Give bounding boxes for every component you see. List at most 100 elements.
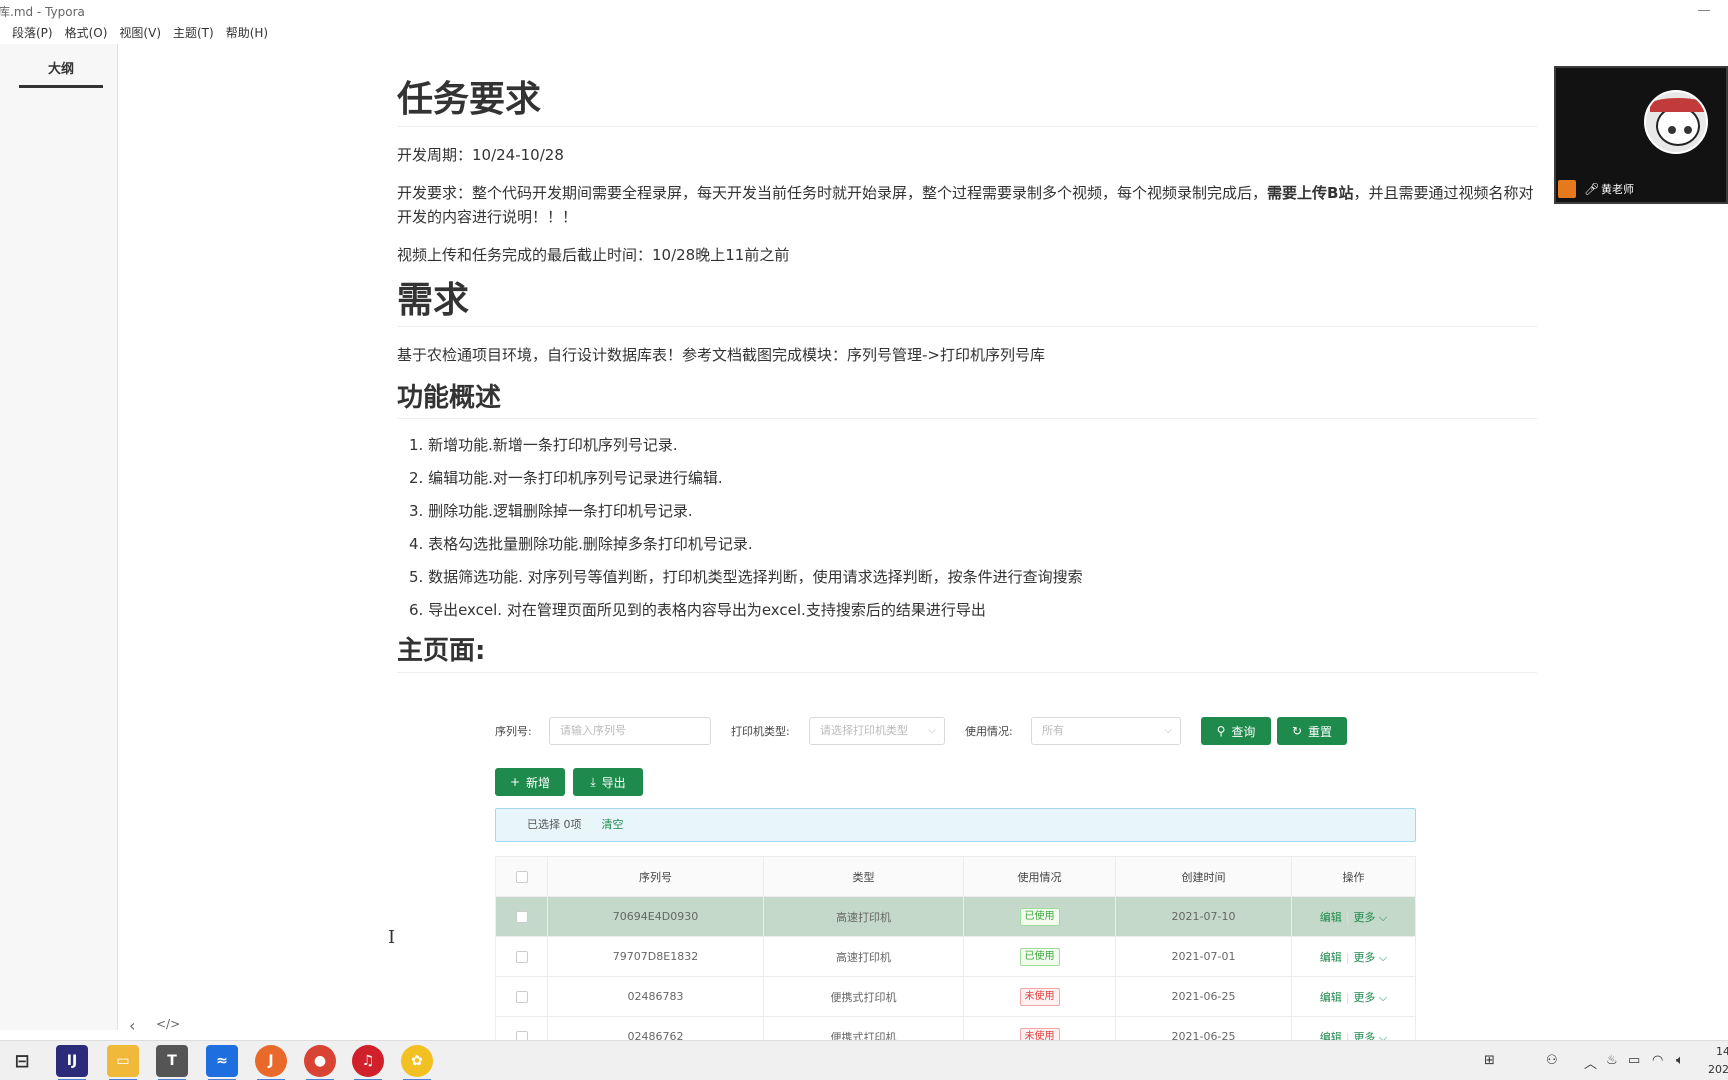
row-checkbox [515,991,528,1003]
intellij-icon[interactable]: IJ [56,1045,88,1080]
col-actions: 操作 [1291,856,1416,897]
sidebar: 大纲 [0,44,118,1030]
cell-serial: 02486783 [547,976,764,1017]
chevron-down-icon: ⌵ [1375,910,1388,924]
list-item: 5. 数据筛选功能. 对序列号等值判断，打印机类型选择判断，使用请求选择判断，按… [409,568,1083,587]
query-button: ⚲ 查询 [1201,717,1271,745]
collapse-sidebar-icon[interactable]: ‹ [129,1016,135,1035]
list-item: 4. 表格勾选批量删除功能.删除掉多条打印机号记录. [409,535,753,554]
edit-link: 编辑 [1319,950,1342,964]
select-all-cell [495,856,548,897]
menu-format[interactable]: 格式(O) [59,22,114,44]
battery-icon[interactable]: ▭ [1628,1053,1640,1068]
typora-icon[interactable]: T [156,1045,188,1080]
window-title: 库.md - Typora [0,5,85,19]
avatar [1644,90,1708,154]
chrome-icon[interactable]: ● [304,1045,336,1080]
table-row: 79707D8E1832 高速打印机 已使用 2021-07-01 编辑 | 更多 … [495,936,1416,977]
row-select-cell [495,896,548,937]
row-select-cell [495,936,548,977]
paragraph-need: 基于农检通项目环境，自行设计数据库表！参考文档截图完成模块：序列号管理->打印机… [397,346,1045,365]
minimize-button[interactable] [1698,2,1712,16]
volume-icon[interactable]: 🔈︎ [1676,1053,1684,1068]
status-badge: 已使用 [1019,947,1060,966]
clock-time[interactable]: 14 [1716,1045,1728,1058]
cell-created: 2021-07-10 [1115,896,1292,937]
cell-usage: 已使用 [963,936,1116,977]
function-list: 1. 新增功能.新增一条打印机序列号记录. 2. 编辑功能.对一条打印机序列号记… [409,433,1537,622]
feishu-icon[interactable]: ≈ [206,1045,238,1080]
col-type: 类型 [763,856,964,897]
menu-view[interactable]: 视图(V) [113,22,167,44]
plus-icon: + [509,775,521,789]
action-row: + 新增 ⤓ 导出 [495,768,643,796]
menu-theme[interactable]: 主题(T) [167,22,220,44]
participant-name: 黄老师 [1601,183,1634,196]
meeting-app-icon[interactable]: ✿ [401,1045,433,1080]
cell-type: 便携式打印机 [763,976,964,1017]
chevron-down-icon: ⌵ [1375,990,1388,1004]
embedded-screenshot: 序列号: 请输入序列号 打印机类型: 请选择打印机类型 ⌵ 使用情况: 所有 ⌵ ⚲… [495,716,1417,1057]
cell-type: 高速打印机 [763,936,964,977]
paragraph-requirement: 开发要求：整个代码开发期间需要全程录屏，每天开发当前任务时就开始录屏，整个过程需… [397,181,1537,229]
heading-need: 需求 [397,280,1537,328]
reset-label: 重置 [1308,724,1333,739]
printer-type-label: 打印机类型: [731,725,790,738]
microphone-icon[interactable]: 🎤︎ [1584,182,1599,196]
requirement-bold: 需要上传B站 [1267,183,1354,202]
wifi-icon[interactable]: ◠ [1652,1053,1663,1068]
chevron-down-icon: ⌵ [1164,725,1172,736]
avatar-eye [1668,126,1676,134]
cell-serial: 70694E4D0930 [547,896,764,937]
list-item: 3. 删除功能.逻辑删除掉一条打印机号记录. [409,502,693,521]
tray-app-icon[interactable]: ♨ [1606,1053,1618,1068]
file-explorer-icon[interactable]: ▭ [107,1045,139,1080]
reset-button: ↻ 重置 [1277,717,1347,745]
menu-help[interactable]: 帮助(H) [220,22,274,44]
row-checkbox [515,911,528,923]
heading-main-page: 主页面: [397,636,1537,673]
menu-paragraph[interactable]: 段落(P) [6,22,59,44]
taskbar: ⊟ IJ ▭ T ≈ J ● ♫ ✿ ⊞ ⚇ ︿ ♨ ▭ ◠ 🔈︎ 14 202 [0,1040,1728,1080]
more-link: 更多 [1353,990,1376,1004]
paragraph-cycle: 开发周期：10/24-10/28 [397,145,564,164]
cell-serial: 79707D8E1832 [547,936,764,977]
clock-date[interactable]: 202 [1708,1063,1728,1076]
filter-row: 序列号: 请输入序列号 打印机类型: 请选择打印机类型 ⌵ 使用情况: 所有 ⌵ ⚲… [495,716,1417,746]
col-usage: 使用情况 [963,856,1116,897]
ime-icon[interactable]: ⊞ [1484,1053,1495,1068]
heading-functions: 功能概述 [397,383,1537,420]
status-badge: 未使用 [1019,987,1060,1006]
clear-link: 清空 [601,818,624,831]
avatar-eye [1684,126,1692,134]
row-checkbox [515,951,528,963]
heading-task: 任务要求 [397,80,1537,127]
separator: | [1345,990,1350,1004]
tab-outline[interactable]: 大纲 [19,58,103,88]
export-button: ⤓ 导出 [573,768,643,796]
list-item: 6. 导出excel. 对在管理页面所见到的表格内容导出为excel.支持搜索后… [409,601,986,620]
selection-alert: 已选择 0项 清空 [495,808,1416,842]
printer-type-select: 请选择打印机类型 ⌵ [809,717,945,745]
document[interactable]: 任务要求 开发周期：10/24-10/28 开发要求：整个代码开发期间需要全程录… [397,80,1537,687]
cell-actions: 编辑 | 更多 ⌵ [1291,976,1416,1017]
usage-select: 所有 ⌵ [1031,717,1181,745]
chevron-up-icon[interactable]: ︿ [1584,1053,1597,1072]
people-icon[interactable]: ⚇ [1546,1053,1558,1068]
table-header-row: 序列号 类型 使用情况 创建时间 操作 [495,856,1416,897]
list-item: 2. 编辑功能.对一条打印机序列号记录进行编辑. [409,469,723,488]
export-label: 导出 [601,775,626,790]
select-all-checkbox [515,871,528,883]
menu-bar: 段落(P) 格式(O) 视图(V) 主题(T) 帮助(H) [0,22,274,44]
netease-music-icon[interactable]: ♫ [352,1045,384,1080]
avatar-face [1656,106,1700,146]
list-item: 1. 新增功能.新增一条打印机序列号记录. [409,436,678,455]
avatar-band [1650,98,1706,112]
video-call-overlay[interactable]: 🎤︎ 黄老师 [1554,66,1728,204]
java-app-icon[interactable]: J [255,1045,287,1080]
source-code-mode-icon[interactable]: </> [156,1017,180,1031]
task-view-icon[interactable]: ⊟ [6,1045,38,1077]
requirement-text-a: 开发要求：整个代码开发期间需要全程录屏，每天开发当前任务时就开始录屏，整个过程需… [397,183,1268,202]
search-icon: ⚲ [1216,724,1226,738]
chevron-down-icon: ⌵ [928,725,936,736]
